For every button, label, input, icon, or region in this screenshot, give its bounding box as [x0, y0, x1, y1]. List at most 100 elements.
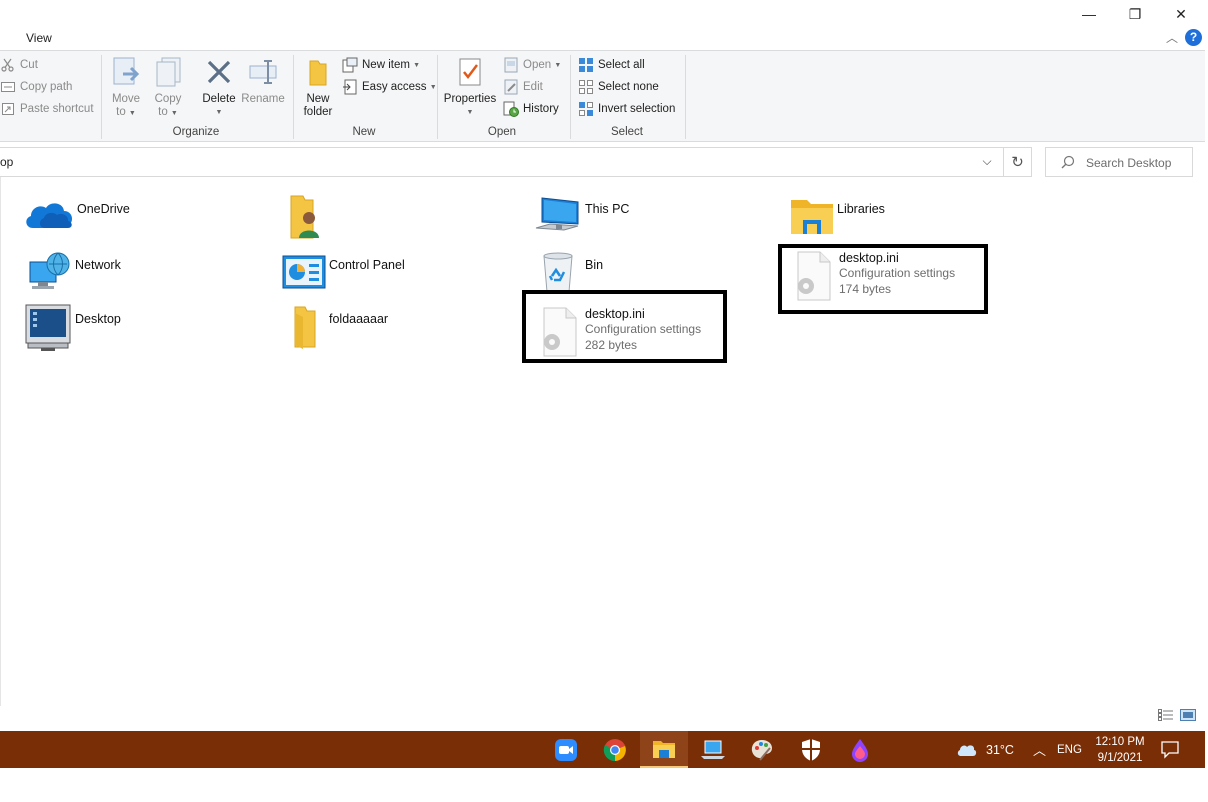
highlight-box	[778, 244, 988, 314]
taskbar-chrome[interactable]	[591, 731, 639, 768]
file-list: OneDrive This PC Libraries Network Contr…	[0, 177, 1205, 706]
desktop-monitor-icon	[21, 303, 75, 353]
organize-group-label: Organize	[172, 126, 220, 138]
search-input[interactable]: Search Desktop	[1045, 147, 1193, 177]
file-explorer-icon	[653, 740, 675, 758]
date: 9/1/2021	[1097, 752, 1143, 764]
taskbar: 31°C ︿ ENG 12:10 PM 9/1/2021	[0, 731, 1205, 768]
search-placeholder: Search Desktop	[1086, 156, 1172, 170]
taskbar-file-explorer[interactable]	[640, 731, 688, 768]
properties-icon	[453, 55, 487, 89]
refresh-button[interactable]: ↻	[1004, 147, 1032, 177]
cut-button[interactable]: Cut	[0, 55, 38, 75]
minimize-button[interactable]: —	[1066, 0, 1112, 28]
close-button[interactable]: ✕	[1158, 0, 1204, 28]
item-desktop[interactable]: Desktop	[21, 303, 121, 353]
address-path: op	[0, 155, 14, 169]
item-libraries[interactable]: Libraries	[787, 193, 885, 239]
edit-icon	[503, 79, 519, 95]
item-onedrive[interactable]: OneDrive	[21, 193, 130, 237]
color-drop-icon	[852, 738, 868, 762]
history-button[interactable]: History	[503, 99, 559, 119]
item-foldaaaaar[interactable]: foldaaaaar	[279, 303, 388, 351]
chevron-up-icon: ︿	[1033, 743, 1047, 758]
new-folder-button[interactable]: New folder	[298, 55, 338, 119]
laptop-app-icon	[701, 740, 725, 759]
cloud-weather-icon	[957, 744, 977, 756]
invert-selection-icon	[578, 101, 594, 117]
user-folder-icon	[279, 193, 327, 241]
restore-icon: ❐	[1128, 5, 1142, 22]
show-hidden-icons[interactable]: ︿	[1033, 731, 1046, 768]
history-icon	[503, 101, 519, 117]
move-to-button[interactable]: Move to ▼	[108, 55, 144, 120]
title-bar: — ❐ ✕	[0, 0, 1208, 28]
restore-button[interactable]: ❐	[1112, 0, 1158, 28]
select-group-label: Select	[611, 126, 643, 138]
language-indicator[interactable]: ENG	[1057, 731, 1082, 768]
delete-x-icon	[202, 55, 236, 89]
copy-to-button[interactable]: Copy to ▼	[150, 55, 186, 120]
edit-button[interactable]: Edit	[503, 77, 543, 97]
paste-shortcut-button[interactable]: Paste shortcut	[0, 99, 94, 119]
ribbon-collapse-icon[interactable]: ︿	[1164, 30, 1180, 46]
taskbar-drop-app[interactable]	[836, 731, 884, 768]
invert-selection-button[interactable]: Invert selection	[578, 99, 675, 119]
help-icon[interactable]: ?	[1185, 29, 1202, 46]
item-network[interactable]: Network	[21, 249, 121, 295]
taskbar-paint[interactable]	[738, 731, 786, 768]
rename-icon	[246, 55, 280, 89]
paste-shortcut-icon	[0, 101, 16, 117]
item-this-pc[interactable]: This PC	[531, 193, 629, 239]
folder-icon	[279, 303, 329, 351]
open-group-label: Open	[487, 126, 517, 138]
libraries-icon	[787, 193, 837, 239]
notification-icon	[1161, 741, 1179, 759]
properties-button[interactable]: Properties ▼	[442, 55, 498, 119]
easy-access-button[interactable]: Easy access ▼	[342, 77, 437, 97]
chrome-icon	[603, 738, 626, 761]
new-folder-icon	[301, 55, 335, 89]
tab-view[interactable]: View	[18, 28, 60, 50]
chevron-down-icon[interactable]: ⌵	[978, 154, 996, 172]
view-toggle	[1158, 709, 1202, 725]
open-button[interactable]: Open ▼	[503, 55, 561, 75]
new-group-label: New	[352, 126, 376, 138]
taskbar-zoom[interactable]	[542, 731, 590, 768]
item-user-folder[interactable]	[279, 193, 327, 241]
select-all-button[interactable]: Select all	[578, 55, 645, 75]
delete-button[interactable]: Delete ▼	[198, 55, 240, 119]
taskbar-app-laptop[interactable]	[689, 731, 737, 768]
select-none-icon	[578, 79, 594, 95]
large-icons-view-icon[interactable]	[1180, 709, 1196, 725]
close-icon: ✕	[1175, 5, 1187, 22]
minimize-icon: —	[1082, 6, 1096, 22]
onedrive-cloud-icon	[21, 193, 77, 237]
details-view-icon[interactable]	[1158, 709, 1174, 725]
control-panel-icon	[279, 249, 329, 295]
new-item-icon	[342, 57, 358, 73]
item-control-panel[interactable]: Control Panel	[279, 249, 405, 295]
time: 12:10 PM	[1095, 736, 1145, 748]
notification-center[interactable]	[1160, 739, 1184, 761]
group-separator	[685, 55, 686, 139]
new-item-button[interactable]: New item ▼	[342, 55, 420, 75]
weather-widget[interactable]: 31°C	[956, 731, 1014, 768]
group-separator	[437, 55, 438, 139]
refresh-icon: ↻	[1011, 154, 1024, 171]
zoom-icon	[555, 738, 577, 761]
group-separator	[101, 55, 102, 139]
select-all-icon	[578, 57, 594, 73]
taskbar-security[interactable]	[787, 731, 835, 768]
scissors-icon	[0, 57, 16, 73]
copy-path-button[interactable]: Copy path	[0, 77, 72, 97]
group-separator	[293, 55, 294, 139]
easy-access-icon	[342, 79, 358, 95]
search-icon	[1061, 155, 1075, 169]
rename-button[interactable]: Rename	[240, 55, 286, 106]
clock[interactable]: 12:10 PM 9/1/2021	[1090, 734, 1150, 766]
address-bar[interactable]: op ⌵	[0, 147, 1004, 177]
highlight-box	[522, 290, 727, 363]
select-none-button[interactable]: Select none	[578, 77, 659, 97]
item-bin[interactable]: Bin	[531, 249, 603, 295]
